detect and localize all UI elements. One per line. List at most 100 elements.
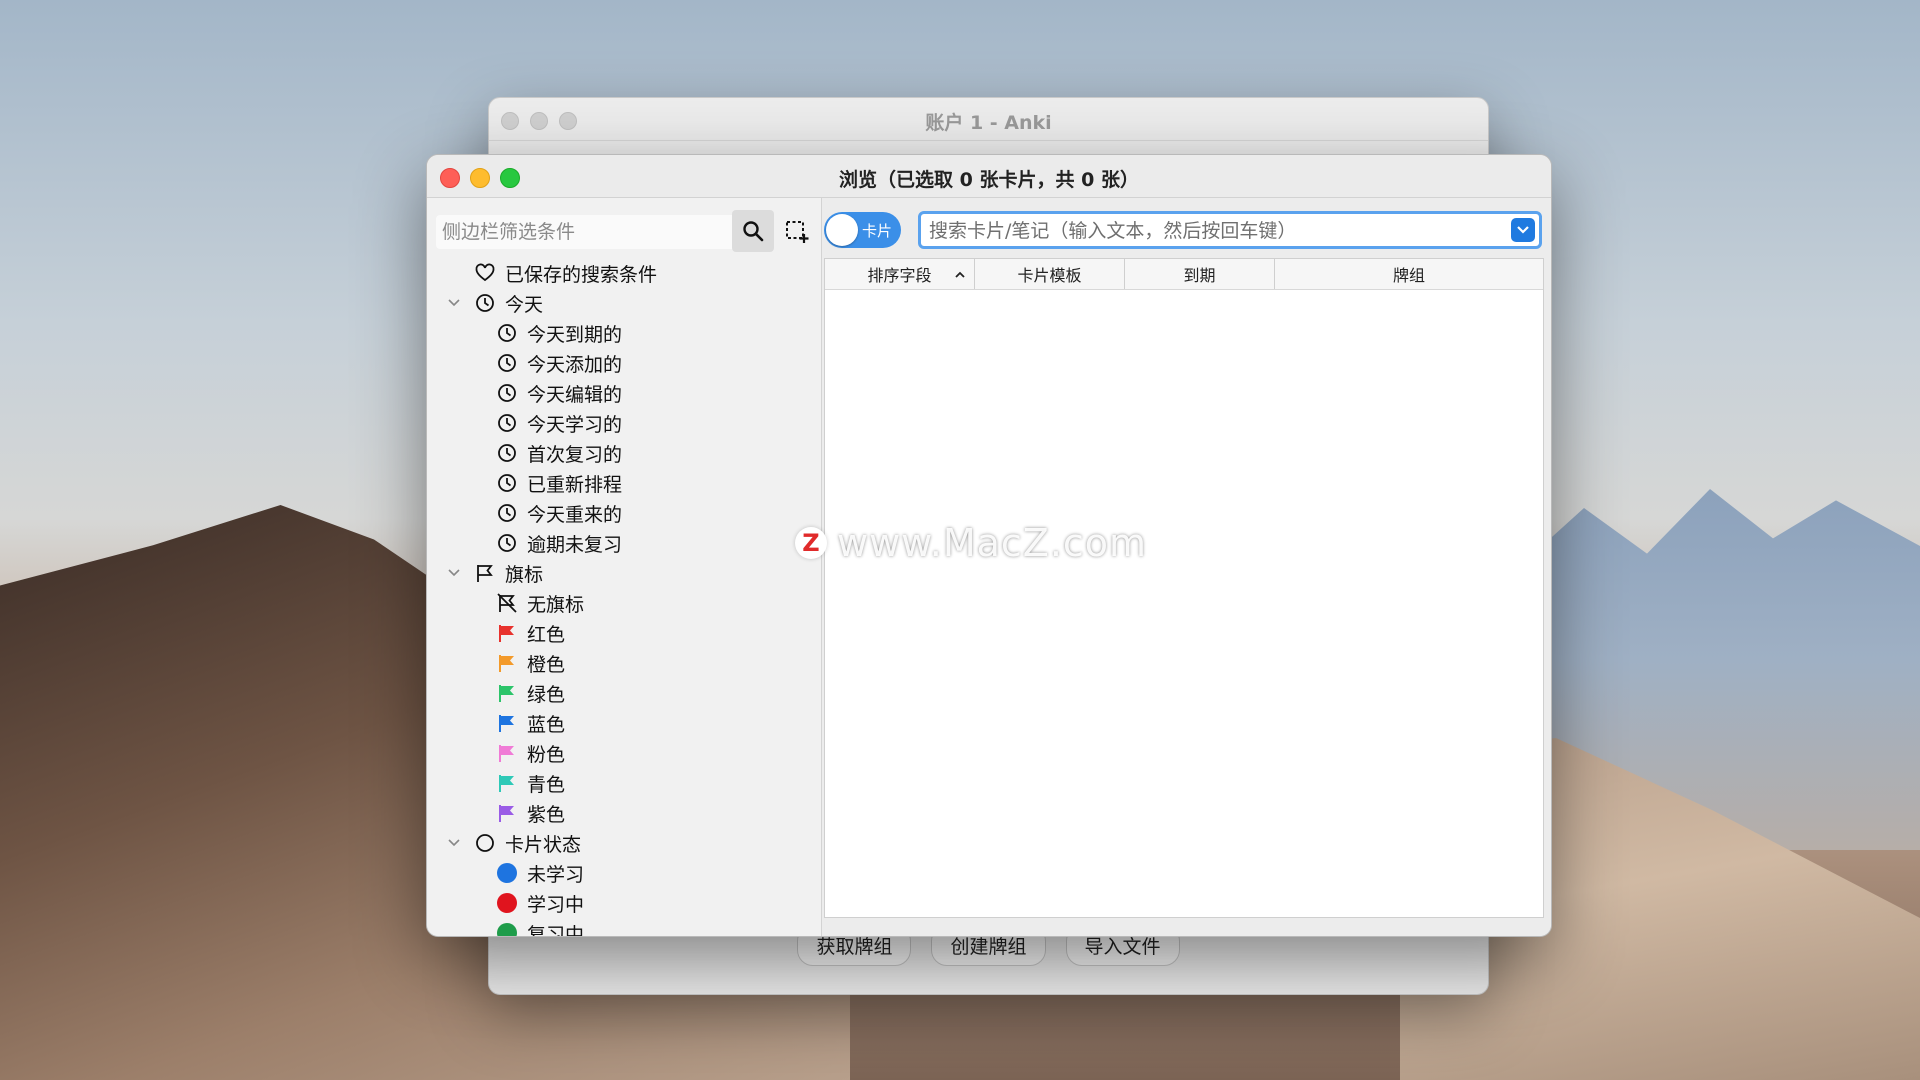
chevron-down-icon[interactable] — [447, 836, 461, 850]
column-label: 牌组 — [1392, 266, 1425, 285]
sidebar-item-flag-blue[interactable]: 蓝色 — [496, 708, 565, 738]
browse-titlebar: 浏览（已选取 0 张卡片，共 0 张） — [427, 155, 1551, 198]
sidebar-item-first-review[interactable]: 首次复习的 — [496, 438, 622, 468]
clock-icon — [496, 382, 518, 404]
sidebar-item-card-state[interactable]: 卡片状态 — [474, 828, 581, 858]
sort-ascending-icon — [954, 266, 966, 285]
sidebar-item-today-edited[interactable]: 今天编辑的 — [496, 378, 622, 408]
column-due[interactable]: 到期 — [1125, 259, 1275, 289]
sidebar-item-flag-turquoise[interactable]: 青色 — [496, 768, 565, 798]
selection-tool-button[interactable] — [783, 218, 811, 246]
sidebar-item-flag-orange[interactable]: 橙色 — [496, 648, 565, 678]
sidebar-item-label: 蓝色 — [527, 713, 566, 736]
sidebar-item-flags[interactable]: 旗标 — [474, 558, 543, 588]
sidebar-item-today-studied[interactable]: 今天学习的 — [496, 408, 622, 438]
column-deck[interactable]: 牌组 — [1275, 259, 1543, 289]
toggle-label: 卡片 — [862, 222, 893, 240]
clock-icon — [496, 532, 518, 554]
card-table: 排序字段 卡片模板 到期 牌组 — [824, 258, 1544, 918]
watermark-logo: Z — [795, 527, 827, 559]
table-header: 排序字段 卡片模板 到期 牌组 — [825, 259, 1543, 290]
sidebar-item-label: 卡片状态 — [505, 833, 582, 856]
red-flag-icon — [496, 622, 518, 644]
sidebar-item-label: 绿色 — [527, 683, 566, 706]
chevron-down-icon — [1517, 226, 1529, 234]
chevron-down-icon[interactable] — [447, 296, 461, 310]
browse-window-title: 浏览（已选取 0 张卡片，共 0 张） — [839, 169, 1139, 191]
circle-outline-icon — [474, 832, 496, 854]
sidebar-item-label: 旗标 — [505, 563, 544, 586]
sidebar-item-rescheduled[interactable]: 已重新排程 — [496, 468, 622, 498]
sidebar-item-label: 未学习 — [527, 863, 585, 886]
sidebar-item-today-due[interactable]: 今天到期的 — [496, 318, 622, 348]
orange-flag-icon — [496, 652, 518, 674]
sidebar-tree: 已保存的搜索条件 今天 今天到期的 今天添加的 今天编辑的 今天学习的 首次复习… — [427, 258, 821, 936]
sidebar-item-label: 今天编辑的 — [527, 383, 623, 406]
sidebar-item-today[interactable]: 今天 — [474, 288, 543, 318]
no-flag-icon — [496, 592, 518, 614]
column-sort-field[interactable]: 排序字段 — [825, 259, 975, 289]
sidebar-item-new[interactable]: 未学习 — [496, 858, 584, 888]
clock-icon — [496, 472, 518, 494]
sidebar-item-label: 复习中 — [527, 923, 585, 937]
clock-icon — [496, 442, 518, 464]
column-label: 卡片模板 — [1017, 266, 1082, 285]
sidebar-item-label: 已重新排程 — [527, 473, 623, 496]
browse-main: 卡片 排序字段 卡片模板 到期 牌组 — [822, 198, 1551, 936]
sidebar-item-label: 紫色 — [527, 803, 566, 826]
sidebar-filter-input[interactable] — [436, 215, 741, 249]
sidebar: 已保存的搜索条件 今天 今天到期的 今天添加的 今天编辑的 — [427, 198, 822, 936]
column-card-template[interactable]: 卡片模板 — [975, 259, 1125, 289]
sidebar-item-label: 今天学习的 — [527, 413, 623, 436]
toggle-knob — [826, 214, 858, 246]
clock-icon — [496, 322, 518, 344]
heart-icon — [474, 262, 496, 284]
turquoise-flag-icon — [496, 772, 518, 794]
flag-outline-icon — [474, 562, 496, 584]
sidebar-item-overdue[interactable]: 逾期未复习 — [496, 528, 622, 558]
sidebar-item-label: 今天 — [505, 293, 544, 316]
sidebar-item-label: 首次复习的 — [527, 443, 623, 466]
sidebar-item-label: 学习中 — [527, 893, 585, 916]
green-dot-icon — [496, 922, 518, 936]
pink-flag-icon — [496, 742, 518, 764]
sidebar-item-review[interactable]: 复习中 — [496, 918, 584, 936]
column-label: 排序字段 — [867, 266, 932, 285]
blue-dot-icon — [496, 862, 518, 884]
search-icon — [743, 221, 764, 242]
sidebar-item-label: 今天添加的 — [527, 353, 623, 376]
search-input[interactable] — [927, 214, 1491, 248]
sidebar-item-flag-green[interactable]: 绿色 — [496, 678, 565, 708]
main-window-title: 账户 1 - Anki — [925, 112, 1052, 134]
sidebar-filter-wrap — [436, 215, 741, 249]
sidebar-item-label: 橙色 — [527, 653, 566, 676]
watermark-text: www.MacZ.com — [837, 521, 1148, 565]
sidebar-item-label: 青色 — [527, 773, 566, 796]
cards-notes-toggle[interactable]: 卡片 — [824, 212, 901, 248]
sidebar-item-label: 今天到期的 — [527, 323, 623, 346]
watermark: Z www.MacZ.com — [795, 521, 1147, 565]
clock-icon — [496, 352, 518, 374]
clock-icon — [474, 292, 496, 314]
sidebar-search-button[interactable] — [732, 210, 774, 252]
clock-icon — [496, 412, 518, 434]
blue-flag-icon — [496, 712, 518, 734]
sidebar-item-today-added[interactable]: 今天添加的 — [496, 348, 622, 378]
sidebar-item-no-flag[interactable]: 无旗标 — [496, 588, 584, 618]
green-flag-icon — [496, 682, 518, 704]
sidebar-item-today-again[interactable]: 今天重来的 — [496, 498, 622, 528]
sidebar-item-label: 无旗标 — [527, 593, 585, 616]
search-history-dropdown[interactable] — [1511, 218, 1535, 242]
sidebar-item-label: 今天重来的 — [527, 503, 623, 526]
sidebar-item-label: 粉色 — [527, 743, 566, 766]
main-titlebar: 账户 1 - Anki — [489, 98, 1488, 141]
sidebar-item-flag-red[interactable]: 红色 — [496, 618, 565, 648]
sidebar-item-saved-searches[interactable]: 已保存的搜索条件 — [474, 258, 657, 288]
sidebar-item-label: 红色 — [527, 623, 566, 646]
chevron-down-icon[interactable] — [447, 566, 461, 580]
sidebar-item-label: 已保存的搜索条件 — [505, 263, 658, 286]
sidebar-item-learning[interactable]: 学习中 — [496, 888, 584, 918]
sidebar-item-flag-purple[interactable]: 紫色 — [496, 798, 565, 828]
column-label: 到期 — [1183, 266, 1216, 285]
sidebar-item-flag-pink[interactable]: 粉色 — [496, 738, 565, 768]
